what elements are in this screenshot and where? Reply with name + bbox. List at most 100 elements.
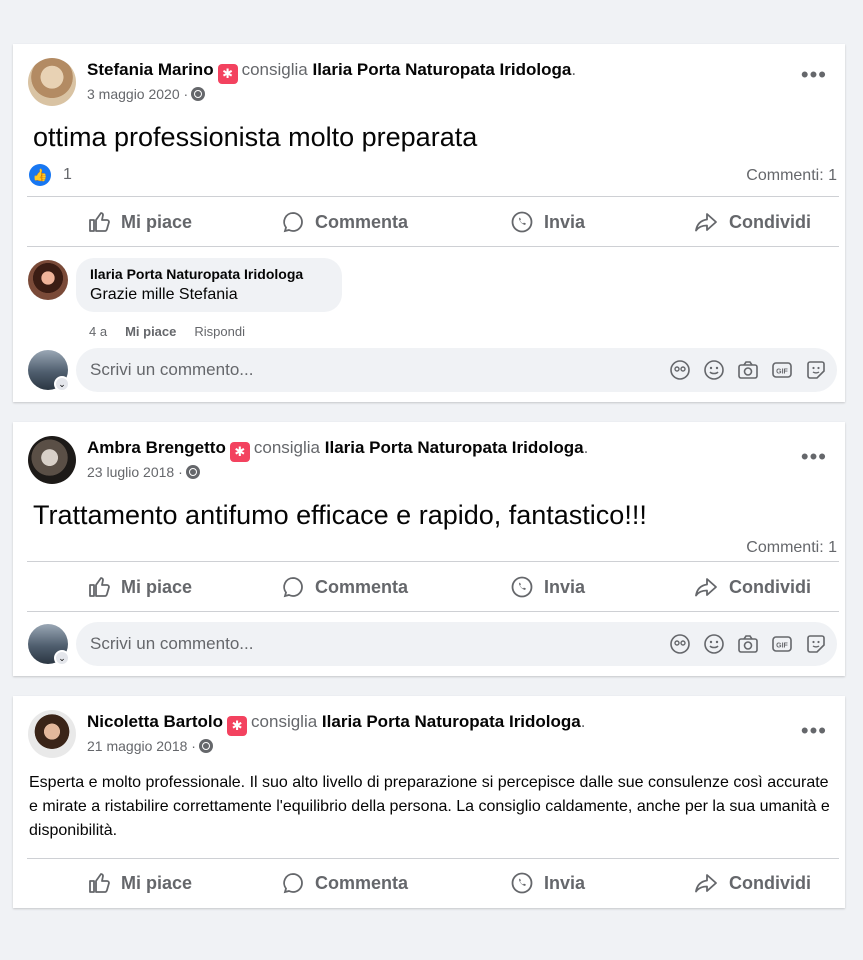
send-button[interactable]: Invia: [510, 564, 585, 610]
messenger-icon: [511, 872, 533, 894]
comment-button[interactable]: Commenta: [281, 860, 408, 906]
thumbs-up-icon: [89, 873, 110, 893]
action-bar: Mi piace Commenta Invia Condividi: [27, 199, 839, 245]
avatar[interactable]: [28, 58, 76, 106]
page-name[interactable]: Ilaria Porta Naturopata Iridologa: [312, 60, 571, 79]
like-label: Mi piace: [121, 211, 193, 232]
write-comment-field[interactable]: Scrivi un commento... GIF: [76, 348, 837, 392]
write-comment-placeholder: Scrivi un commento...: [90, 634, 254, 653]
camera-icon: [738, 361, 758, 379]
review-post-ambra: Ambra Brengetto ✱ consiglia Ilaria Porta N…: [13, 422, 845, 676]
post-header: Nicoletta Bartolo ✱ consiglia Ilaria Porta…: [87, 712, 585, 736]
post-text: Trattamento antifumo efficace e rapido, …: [33, 500, 647, 530]
my-avatar[interactable]: ⌄: [28, 350, 70, 392]
thumbs-up-icon: [89, 577, 110, 597]
author-name[interactable]: Nicoletta Bartolo: [87, 712, 223, 731]
more-options-icon[interactable]: •••: [801, 446, 827, 468]
comment-icon: [283, 577, 303, 598]
comment-tools: GIF: [669, 633, 827, 655]
post-text: Esperta e molto professionale. Il suo al…: [29, 774, 830, 839]
write-comment-placeholder: Scrivi un commento...: [90, 360, 254, 379]
recommend-icon: ✱: [227, 716, 248, 736]
send-button[interactable]: Invia: [510, 860, 585, 906]
comment-like-link[interactable]: Mi piace: [125, 324, 176, 339]
share-button[interactable]: Condividi: [693, 860, 811, 906]
like-reaction-icon: 👍: [29, 164, 51, 186]
svg-text:GIF: GIF: [776, 643, 788, 650]
comment-icon: [283, 873, 303, 894]
svg-text:GIF: GIF: [776, 369, 788, 376]
comment-text: Grazie mille Stefania: [90, 286, 238, 303]
post-date: 3 maggio 2020 ·: [87, 86, 206, 102]
gif-icon: GIF: [772, 362, 792, 378]
author-name[interactable]: Ambra Brengetto: [87, 438, 226, 457]
author-name[interactable]: Stefania Marino: [87, 60, 214, 79]
post-date: 23 luglio 2018 ·: [87, 464, 200, 480]
comment-bubble: Ilaria Porta Naturopata Iridologa Grazie…: [76, 258, 342, 312]
like-button[interactable]: Mi piace: [87, 564, 192, 610]
recommends-label: consiglia: [251, 712, 318, 731]
gif-icon: GIF: [772, 636, 792, 652]
my-avatar[interactable]: ⌄: [28, 624, 70, 666]
chevron-down-icon[interactable]: ⌄: [54, 650, 70, 666]
like-button[interactable]: Mi piace: [87, 199, 192, 245]
share-label: Condividi: [729, 872, 811, 893]
recommends-label: consiglia: [241, 60, 308, 79]
send-button[interactable]: Invia: [510, 199, 585, 245]
comment-label: Commenta: [315, 872, 409, 893]
thumbs-up-icon: [89, 212, 110, 232]
avatar-sticker-icon: [670, 360, 690, 380]
date-text[interactable]: 23 luglio 2018: [87, 464, 174, 480]
action-bar: Mi piace Commenta Invia Condividi: [27, 564, 839, 610]
comment-label: Commenta: [315, 576, 409, 597]
avatar-sticker-icon: [670, 634, 690, 654]
recommend-icon: ✱: [217, 64, 238, 84]
date-text[interactable]: 3 maggio 2020: [87, 86, 180, 102]
page-name[interactable]: Ilaria Porta Naturopata Iridologa: [325, 438, 584, 457]
globe-icon: [198, 739, 213, 753]
comment-meta: 4 a Mi piace Rispondi: [89, 324, 245, 339]
like-label: Mi piace: [121, 872, 193, 893]
share-button[interactable]: Condividi: [693, 564, 811, 610]
comment-avatar[interactable]: [28, 260, 68, 300]
write-comment-field[interactable]: Scrivi un commento... GIF: [76, 622, 837, 666]
comment-count[interactable]: Commenti: 1: [746, 167, 837, 185]
globe-icon: [191, 87, 206, 101]
more-options-icon[interactable]: •••: [801, 720, 827, 742]
comment-count[interactable]: Commenti: 1: [746, 539, 837, 557]
like-label: Mi piace: [121, 576, 193, 597]
globe-icon: [185, 465, 200, 479]
comment-button[interactable]: Commenta: [281, 564, 408, 610]
reactions[interactable]: 👍 1: [29, 164, 72, 186]
send-label: Invia: [544, 211, 586, 232]
comment-age[interactable]: 4 a: [89, 324, 107, 339]
comment-author[interactable]: Ilaria Porta Naturopata Iridologa: [90, 266, 328, 282]
comment-icon: [283, 212, 303, 233]
like-button[interactable]: Mi piace: [87, 860, 192, 906]
camera-icon: [738, 635, 758, 653]
emoji-icon: [704, 360, 724, 380]
chevron-down-icon[interactable]: ⌄: [54, 376, 70, 392]
share-label: Condividi: [729, 576, 811, 597]
send-label: Invia: [544, 872, 586, 893]
action-bar: Mi piace Commenta Invia Condividi: [27, 860, 839, 906]
more-options-icon[interactable]: •••: [801, 64, 827, 86]
page-name[interactable]: Ilaria Porta Naturopata Iridologa: [322, 712, 581, 731]
comment-reply-link[interactable]: Rispondi: [194, 324, 245, 339]
recommend-icon: ✱: [229, 442, 250, 462]
comment-button[interactable]: Commenta: [281, 199, 408, 245]
send-label: Invia: [544, 576, 586, 597]
post-header: Ambra Brengetto ✱ consiglia Ilaria Porta N…: [87, 438, 588, 462]
share-icon: [695, 874, 717, 893]
sticker-icon: [807, 361, 825, 379]
date-text[interactable]: 21 maggio 2018: [87, 738, 187, 754]
comment-tools: GIF: [669, 359, 827, 381]
avatar[interactable]: [28, 436, 76, 484]
share-button[interactable]: Condividi: [693, 199, 811, 245]
divider: [27, 561, 839, 562]
post-text: ottima professionista molto preparata: [33, 122, 478, 152]
avatar[interactable]: [28, 710, 76, 758]
post-date: 21 maggio 2018 ·: [87, 738, 213, 754]
share-label: Condividi: [729, 211, 811, 232]
review-post-nicoletta: Nicoletta Bartolo ✱ consiglia Ilaria Porta…: [13, 696, 845, 908]
